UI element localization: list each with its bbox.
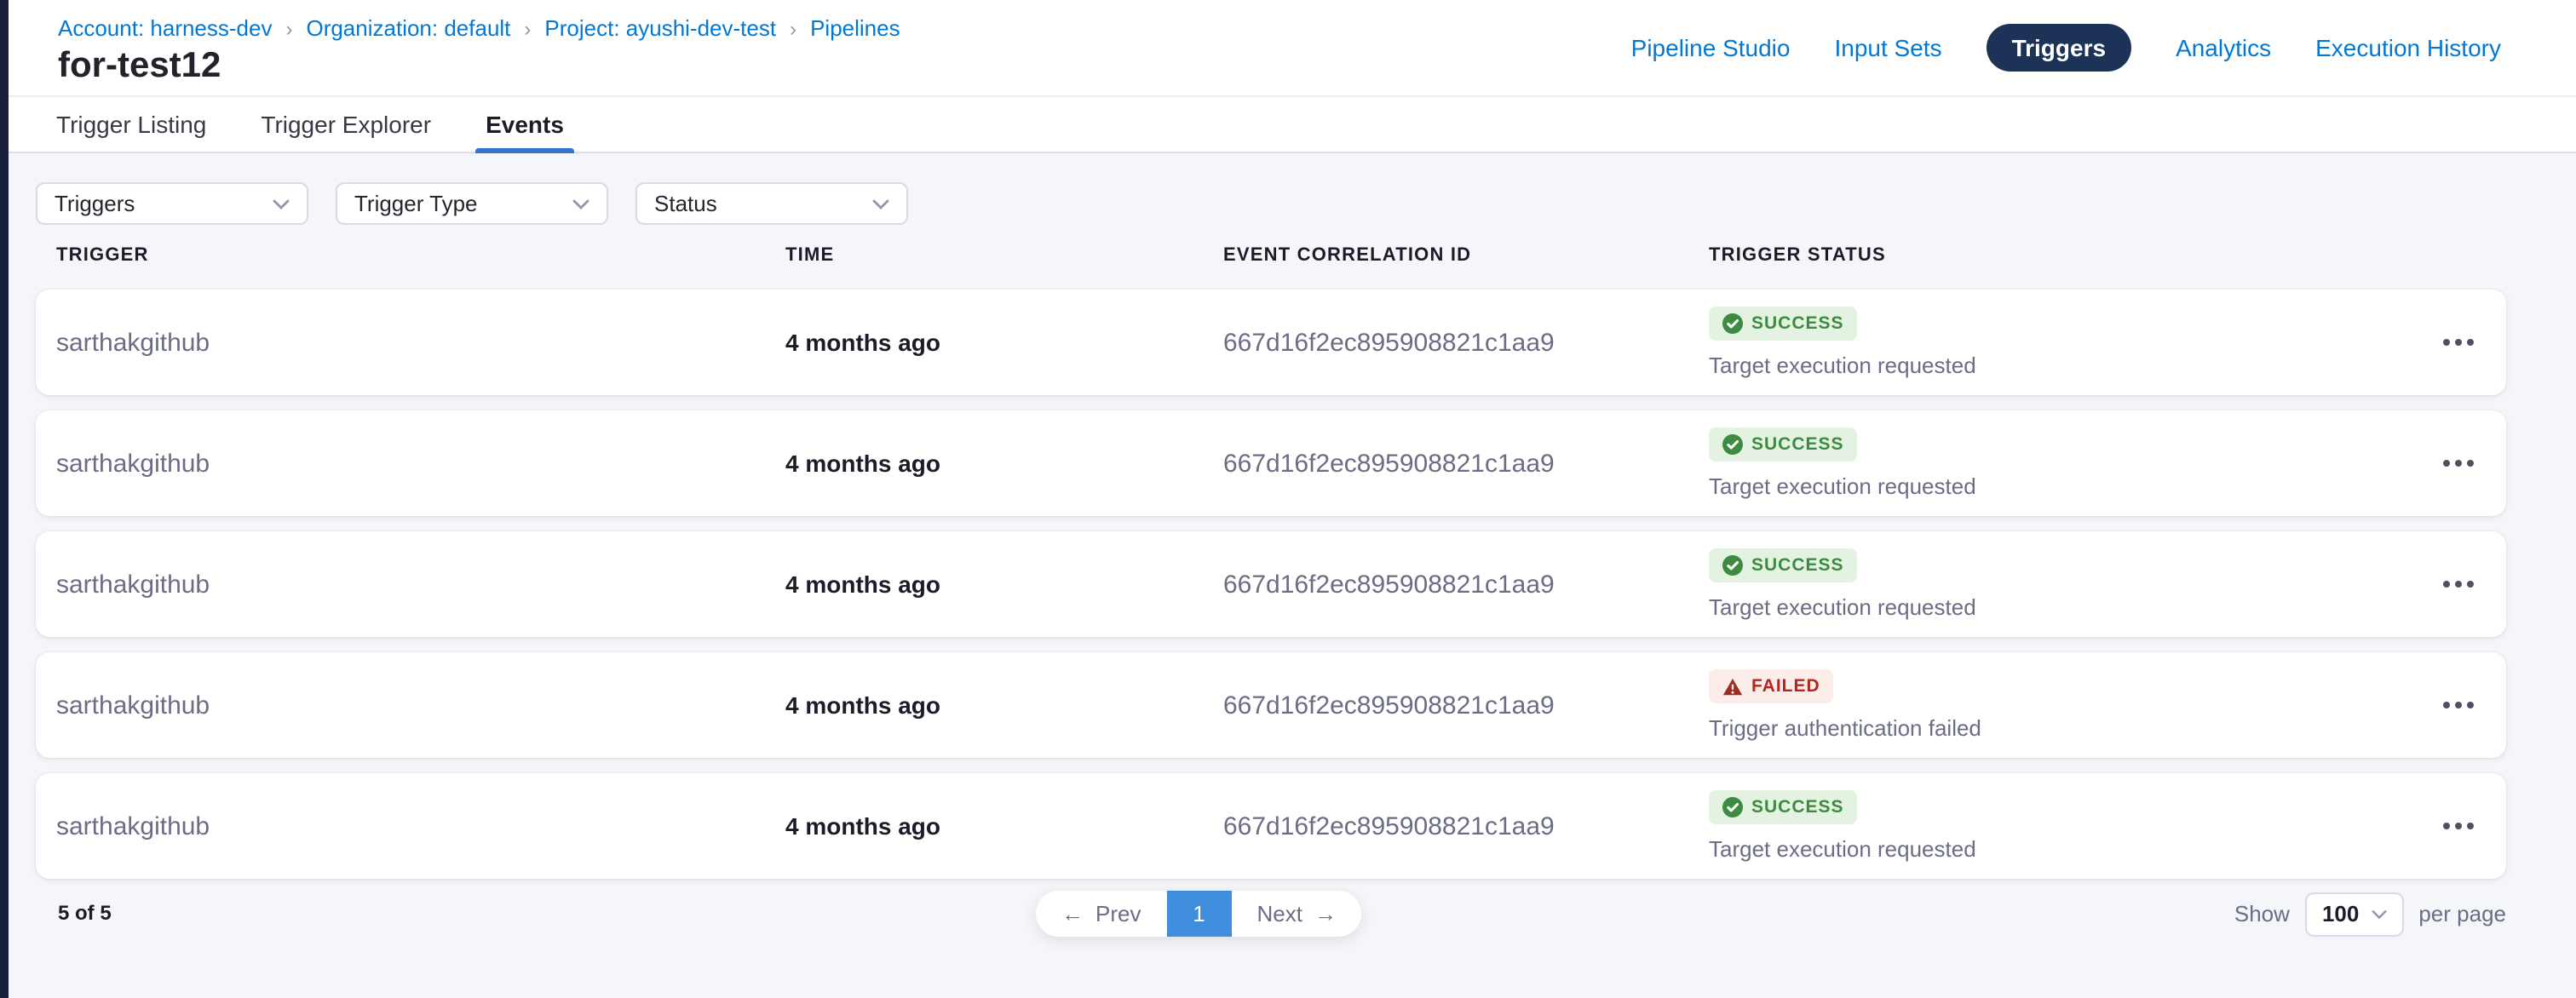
prev-label: Prev [1095, 901, 1141, 926]
triggers-filter-label: Triggers [55, 191, 135, 216]
prev-page-button[interactable]: ← Prev [1036, 891, 1166, 937]
show-label: Show [2234, 901, 2290, 926]
tab-bar: Trigger Listing Trigger Explorer Events [9, 95, 2576, 153]
trigger-name: sarthakgithub [56, 328, 785, 357]
table-header: TRIGGER TIME EVENT CORRELATION ID TRIGGE… [36, 245, 2506, 266]
status-label: SUCCESS [1751, 313, 1844, 334]
arrow-left-icon: ← [1061, 901, 1084, 926]
chevron-down-icon [2371, 909, 2386, 919]
table-row[interactable]: sarthakgithub 4 months ago 667d16f2ec895… [36, 652, 2506, 758]
chevron-down-icon [872, 198, 889, 209]
status-message: Target execution requested [1709, 836, 1976, 862]
next-page-button[interactable]: Next → [1231, 891, 1361, 937]
breadcrumb-pipelines[interactable]: Pipelines [810, 15, 900, 41]
status-label: SUCCESS [1751, 555, 1844, 576]
tab-trigger-explorer[interactable]: Trigger Explorer [250, 97, 441, 152]
filter-bar: Triggers Trigger Type Status [36, 182, 908, 225]
event-correlation-id: 667d16f2ec895908821c1aa9 [1223, 570, 1709, 599]
next-label: Next [1256, 901, 1302, 926]
chevron-down-icon [273, 198, 290, 209]
table-row[interactable]: sarthakgithub 4 months ago 667d16f2ec895… [36, 531, 2506, 637]
status-message: Target execution requested [1709, 594, 1976, 620]
table-row[interactable]: sarthakgithub 4 months ago 667d16f2ec895… [36, 290, 2506, 395]
pagination: ← Prev 1 Next → [1036, 891, 1362, 937]
event-correlation-id: 667d16f2ec895908821c1aa9 [1223, 812, 1709, 840]
status-badge: SUCCESS [1709, 790, 1858, 824]
trigger-name: sarthakgithub [56, 570, 785, 599]
warning-triangle-icon [1722, 677, 1743, 696]
nav-triggers-active[interactable]: Triggers [1987, 24, 2132, 72]
status-label: SUCCESS [1751, 434, 1844, 455]
event-time: 4 months ago [785, 450, 1223, 477]
page-number-1[interactable]: 1 [1166, 891, 1231, 937]
table-row[interactable]: sarthakgithub 4 months ago 667d16f2ec895… [36, 773, 2506, 879]
nav-execution-history[interactable]: Execution History [2315, 34, 2501, 61]
page-size-select[interactable]: 100 [2305, 892, 2403, 936]
row-menu-button[interactable] [2433, 809, 2484, 843]
trigger-name: sarthakgithub [56, 449, 785, 478]
check-circle-icon [1722, 797, 1743, 817]
status-badge: SUCCESS [1709, 427, 1858, 462]
event-time: 4 months ago [785, 812, 1223, 840]
check-circle-icon [1722, 313, 1743, 334]
tab-events[interactable]: Events [475, 97, 574, 152]
chevron-down-icon [572, 198, 589, 209]
status-filter-dropdown[interactable]: Status [635, 182, 908, 225]
status-message: Target execution requested [1709, 353, 1976, 378]
trigger-name: sarthakgithub [56, 691, 785, 720]
page-title: for-test12 [58, 46, 221, 87]
nav-analytics[interactable]: Analytics [2176, 34, 2271, 61]
status-message: Target execution requested [1709, 473, 1976, 499]
chevron-right-icon: › [524, 16, 531, 40]
result-count: 5 of 5 [58, 901, 112, 925]
event-correlation-id: 667d16f2ec895908821c1aa9 [1223, 328, 1709, 357]
breadcrumb: Account: harness-dev › Organization: def… [58, 15, 900, 41]
status-filter-label: Status [654, 191, 717, 216]
row-menu-button[interactable] [2433, 688, 2484, 722]
row-menu-button[interactable] [2433, 567, 2484, 601]
events-table: sarthakgithub 4 months ago 667d16f2ec895… [36, 290, 2506, 879]
chevron-right-icon: › [285, 16, 292, 40]
status-badge: SUCCESS [1709, 307, 1858, 341]
row-menu-button[interactable] [2433, 446, 2484, 480]
per-page-label: per page [2418, 901, 2506, 926]
breadcrumb-account[interactable]: Account: harness-dev [58, 15, 272, 41]
event-time: 4 months ago [785, 571, 1223, 598]
event-time: 4 months ago [785, 691, 1223, 719]
status-badge: SUCCESS [1709, 548, 1858, 582]
row-menu-button[interactable] [2433, 325, 2484, 359]
page-size-value: 100 [2322, 901, 2359, 926]
check-circle-icon [1722, 434, 1743, 455]
triggers-filter-dropdown[interactable]: Triggers [36, 182, 308, 225]
collapsed-side-nav[interactable] [0, 0, 9, 998]
column-header-trigger: TRIGGER [56, 245, 785, 266]
trigger-name: sarthakgithub [56, 812, 785, 840]
table-row[interactable]: sarthakgithub 4 months ago 667d16f2ec895… [36, 410, 2506, 516]
column-header-event-correlation-id: EVENT CORRELATION ID [1223, 245, 1709, 266]
status-message: Trigger authentication failed [1709, 715, 1981, 741]
event-time: 4 months ago [785, 329, 1223, 356]
trigger-type-filter-dropdown[interactable]: Trigger Type [336, 182, 608, 225]
page-header: Account: harness-dev › Organization: def… [9, 0, 2576, 95]
column-header-time: TIME [785, 245, 1223, 266]
status-label: FAILED [1751, 676, 1820, 697]
triggers-events-page: Account: harness-dev › Organization: def… [0, 0, 2576, 998]
arrow-right-icon: → [1314, 901, 1337, 926]
event-correlation-id: 667d16f2ec895908821c1aa9 [1223, 691, 1709, 720]
tab-trigger-listing[interactable]: Trigger Listing [46, 97, 216, 152]
nav-pipeline-studio[interactable]: Pipeline Studio [1631, 34, 1791, 61]
trigger-type-filter-label: Trigger Type [354, 191, 478, 216]
breadcrumb-organization[interactable]: Organization: default [306, 15, 510, 41]
page-size-control: Show 100 per page [2234, 891, 2506, 937]
status-badge: FAILED [1709, 669, 1834, 703]
check-circle-icon [1722, 555, 1743, 576]
chevron-right-icon: › [790, 16, 796, 40]
pipeline-nav: Pipeline Studio Input Sets Triggers Anal… [1631, 0, 2501, 95]
event-correlation-id: 667d16f2ec895908821c1aa9 [1223, 449, 1709, 478]
nav-input-sets[interactable]: Input Sets [1834, 34, 1941, 61]
breadcrumb-project[interactable]: Project: ayushi-dev-test [544, 15, 776, 41]
status-label: SUCCESS [1751, 797, 1844, 817]
column-header-trigger-status: TRIGGER STATUS [1709, 245, 2411, 266]
